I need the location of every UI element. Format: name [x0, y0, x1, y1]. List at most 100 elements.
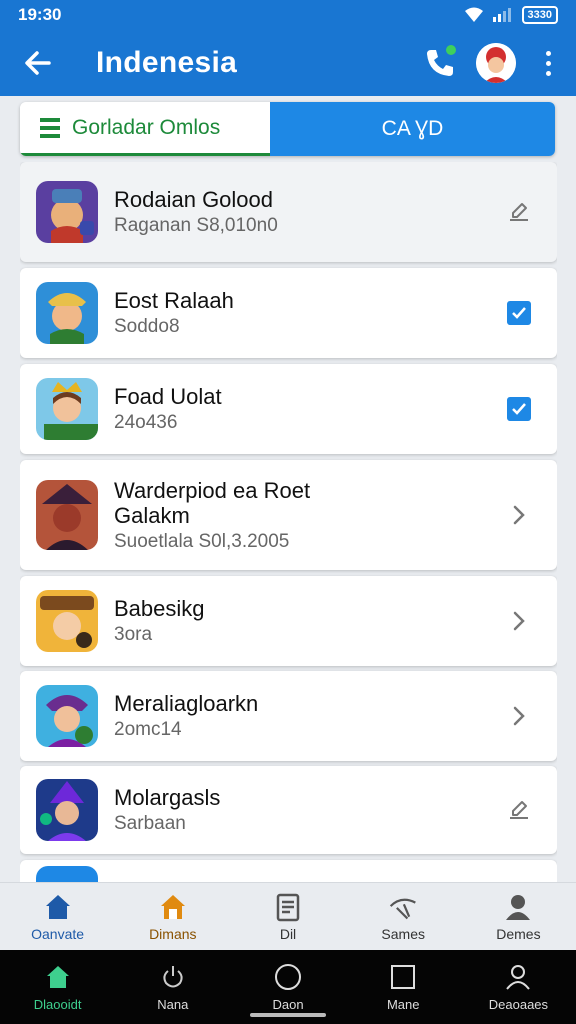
sys-nav-label: Mane — [386, 996, 420, 1012]
list-item-subtitle: Suoetlala S0l,3.2005 — [114, 530, 290, 552]
list-item[interactable]: Babesikg 3ora — [20, 576, 557, 666]
nav-dimans[interactable]: Dimans — [115, 883, 230, 950]
list-item[interactable]: Warderpiod ea Roet Galakm Suoetlala S0l,… — [20, 460, 557, 570]
arrow-left-icon — [25, 51, 51, 75]
nav-oanvate[interactable]: Oanvate — [0, 883, 115, 950]
home-icon — [46, 965, 69, 988]
document-icon — [273, 892, 303, 922]
checkbox-checked-icon — [507, 397, 531, 421]
square-icon — [391, 964, 416, 989]
sys-nav-label: Nana — [157, 996, 189, 1012]
game-icon — [36, 866, 98, 882]
select-checkbox[interactable] — [499, 293, 539, 333]
list-item-text: Eost Ralaah Soddo8 — [114, 288, 499, 338]
person-icon — [503, 892, 533, 922]
more-vert-icon — [545, 50, 551, 56]
edit-icon — [510, 801, 528, 819]
circle-icon — [275, 963, 301, 990]
call-button[interactable] — [416, 39, 464, 87]
open-button[interactable] — [499, 601, 539, 641]
list-item-title-line2: Galakm — [114, 502, 190, 528]
list-item-title: Foad Uolat — [114, 384, 222, 409]
back-button[interactable] — [16, 41, 60, 85]
bottom-navigation: Oanvate Dimans Dil Sames Demes — [0, 882, 576, 950]
list-item-title: Molargasls — [114, 785, 221, 810]
list-item-title: Meraliagloarkn — [114, 691, 259, 716]
list-icon — [40, 117, 60, 138]
game-icon — [36, 590, 98, 652]
nav-label: Oanvate — [31, 925, 85, 942]
app-list[interactable]: Rodaian Golood Raganan S8,010n0 Eost Ral… — [20, 162, 557, 882]
tab-cayd[interactable]: CA ƔD — [270, 102, 555, 156]
list-item-title: Warderpiod ea Roet — [114, 477, 311, 503]
sys-nav-label: Daon — [272, 996, 304, 1012]
list-item[interactable]: Rodaian Golood Raganan S8,010n0 — [20, 162, 557, 262]
more-vert-icon — [545, 60, 551, 66]
list-item-text: Rodaian Golood Raganan S8,010n0 — [114, 187, 499, 237]
nav-label: Dimans — [149, 925, 197, 942]
status-time: 19:30 — [18, 5, 62, 24]
tab-label: CA ƔD — [381, 117, 444, 140]
nav-label: Dil — [279, 925, 297, 942]
sys-nav-square[interactable]: Mane — [346, 950, 461, 1024]
page-title: Indenesia — [96, 46, 238, 79]
status-bar: 19:30 3330 — [0, 0, 576, 30]
sys-nav-home[interactable]: Dlaooidt — [0, 950, 115, 1024]
status-icons: 3330 — [464, 6, 558, 24]
signal-icon — [492, 8, 511, 22]
game-icon — [36, 181, 98, 243]
list-item-text: Foad Uolat 24o436 — [114, 384, 499, 434]
open-button[interactable] — [499, 495, 539, 535]
list-item-title: Babesikg — [114, 596, 205, 621]
tab-gorladar-omlos[interactable]: Gorladar Omlos — [20, 102, 270, 156]
person-icon — [506, 964, 531, 990]
edit-icon — [510, 203, 528, 221]
nav-dil[interactable]: Dil — [230, 883, 345, 950]
game-icon — [36, 378, 98, 440]
chevron-right-icon — [513, 505, 525, 525]
edit-button[interactable] — [499, 790, 539, 830]
home-icon — [158, 892, 188, 922]
sys-nav-power[interactable]: Nana — [115, 950, 230, 1024]
battery-indicator: 3330 — [521, 6, 558, 24]
nav-sames[interactable]: Sames — [346, 883, 461, 950]
nav-demes[interactable]: Demes — [461, 883, 576, 950]
select-checkbox[interactable] — [499, 389, 539, 429]
list-item[interactable]: Foad Uolat 24o436 — [20, 364, 557, 454]
online-dot — [446, 45, 456, 55]
app-bar: Indenesia — [0, 30, 576, 96]
more-menu-button[interactable] — [536, 41, 560, 85]
list-item-subtitle: 24o436 — [114, 412, 178, 433]
home-icon — [43, 892, 73, 922]
avatar[interactable] — [476, 43, 516, 83]
list-item-subtitle: 2omc14 — [114, 719, 182, 740]
nav-label: Demes — [496, 925, 541, 942]
game-icon — [36, 282, 98, 344]
edit-button[interactable] — [499, 192, 539, 232]
tab-label: Gorladar Omlos — [72, 115, 221, 139]
list-item-text: Babesikg 3ora — [114, 596, 499, 646]
list-item-title: Rodaian Golood — [114, 187, 274, 212]
sys-nav-profile[interactable]: Deaoaaes — [461, 950, 576, 1024]
power-icon — [163, 965, 183, 987]
list-item-text: Molargasls Sarbaan — [114, 785, 499, 835]
open-button[interactable] — [499, 696, 539, 736]
list-item-partial[interactable] — [20, 860, 557, 882]
sys-nav-label: Dlaooidt — [33, 996, 82, 1012]
more-vert-icon — [545, 70, 551, 76]
list-item[interactable]: Molargasls Sarbaan — [20, 766, 557, 854]
game-icon — [36, 779, 98, 841]
list-item-subtitle: Raganan S8,010n0 — [114, 215, 278, 236]
list-item[interactable]: Meraliagloarkn 2omc14 — [20, 671, 557, 761]
list-item[interactable]: Eost Ralaah Soddo8 — [20, 268, 557, 358]
chevron-right-icon — [513, 706, 525, 726]
wifi-icon — [464, 7, 483, 22]
list-item-text: Warderpiod ea Roet Galakm Suoetlala S0l,… — [114, 478, 499, 553]
checkbox-checked-icon — [507, 301, 531, 325]
game-icon — [36, 685, 98, 747]
user-avatar-icon — [476, 43, 516, 83]
chevron-right-icon — [513, 611, 525, 631]
home-gesture-bar[interactable] — [250, 1013, 326, 1017]
list-item-subtitle: Sarbaan — [114, 813, 186, 834]
game-icon — [36, 480, 98, 550]
